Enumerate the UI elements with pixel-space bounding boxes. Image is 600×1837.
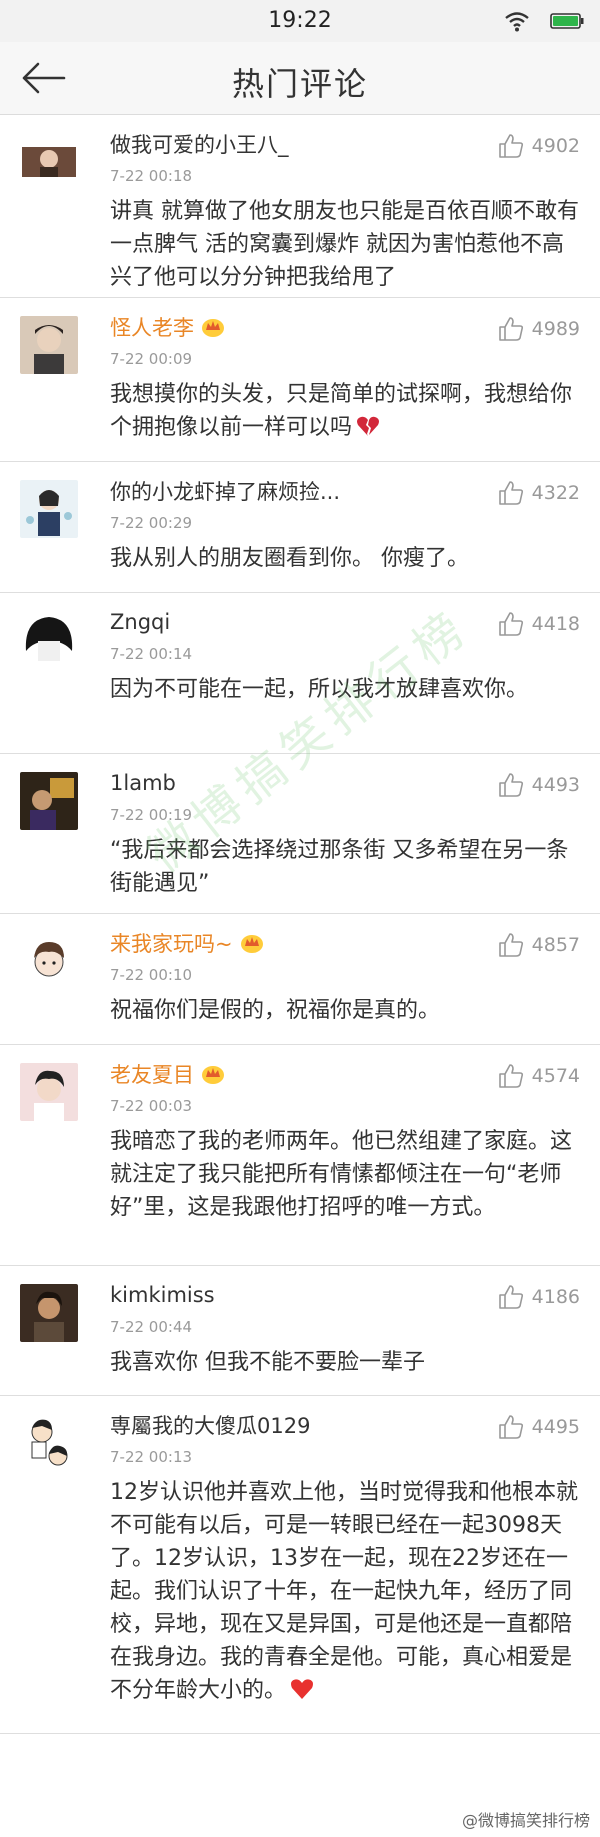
- avatar[interactable]: [20, 772, 78, 830]
- comment-time: 7-22 00:13: [110, 1448, 193, 1466]
- like-count: 4493: [531, 774, 580, 796]
- comment-time: 7-22 00:09: [110, 350, 193, 368]
- like-count: 4989: [531, 318, 580, 340]
- comment-item: 老友夏目 4574 7-22 00:03 我暗恋了我的老师两年。他已然组建了家庭…: [0, 1045, 600, 1266]
- comment-time: 7-22 00:29: [110, 514, 193, 532]
- username[interactable]: 来我家玩吗~: [110, 928, 233, 958]
- comment-time: 7-22 00:03: [110, 1097, 193, 1115]
- comment-time: 7-22 00:19: [110, 806, 193, 824]
- red-heart-icon: [291, 1679, 314, 1699]
- vip-crown-icon: [202, 319, 224, 337]
- username[interactable]: 做我可爱的小王八_: [110, 129, 289, 159]
- comment-text: “我后来都会选择绕过那条街 又多希望在另一条街能遇见”: [110, 838, 569, 896]
- vip-crown-icon: [240, 935, 263, 953]
- thumbs-up-icon: [498, 481, 523, 505]
- broken-heart-icon: [357, 416, 380, 436]
- thumbs-up-icon: [498, 612, 523, 636]
- comment-time: 7-22 00:18: [110, 167, 193, 185]
- avatar[interactable]: [20, 1414, 78, 1472]
- like-button[interactable]: 4857: [498, 932, 580, 958]
- like-button[interactable]: 4574: [498, 1063, 580, 1089]
- comment-time: 7-22 00:10: [110, 966, 193, 984]
- comment-body: 12岁认识他并喜欢上他，当时觉得我和他根本就不可能有以后，可是一转眼已经在一起3…: [110, 1476, 580, 1707]
- comment-text: 我暗恋了我的老师两年。他已然组建了家庭。这就注定了我只能把所有情愫都倾注在一句“…: [110, 1129, 573, 1220]
- avatar[interactable]: [20, 1063, 78, 1121]
- comment-item: kimkimiss 4186 7-22 00:44 我喜欢你 但我不能不要脸一辈…: [0, 1266, 600, 1396]
- like-count: 4186: [531, 1286, 580, 1308]
- page-title: 热门评论: [231, 65, 368, 103]
- comment-text: 我喜欢你 但我不能不要脸一辈子: [110, 1350, 425, 1375]
- comment-time: 7-22 00:44: [110, 1318, 193, 1336]
- comment-item: 你的小龙虾掉了麻烦捡... 4322 7-22 00:29 我从别人的朋友圈看到…: [0, 462, 600, 593]
- wifi-icon: [505, 12, 529, 32]
- like-count: 4574: [531, 1065, 580, 1087]
- avatar[interactable]: [20, 611, 78, 669]
- avatar[interactable]: [20, 932, 78, 990]
- status-bar: 19:22: [0, 0, 600, 42]
- like-count: 4322: [531, 482, 580, 504]
- comment-item: 来我家玩吗~ 4857 7-22 00:10 祝福你们是假的，祝福你是真的。: [0, 914, 600, 1045]
- like-button[interactable]: 4493: [498, 772, 580, 798]
- like-button[interactable]: 4902: [498, 133, 580, 159]
- like-count: 4418: [531, 613, 580, 635]
- avatar[interactable]: [20, 316, 78, 374]
- thumbs-up-icon: [498, 317, 523, 341]
- username[interactable]: 怪人老李: [110, 312, 194, 342]
- comment-text: 讲真 就算做了他女朋友也只能是百依百顺不敢有一点脾气 活的窝囊到爆炸 就因为害怕…: [110, 199, 579, 290]
- comment-item: 怪人老李 4989 7-22 00:09 我想摸你的头发，只是简单的试探啊，我想…: [0, 298, 600, 462]
- like-button[interactable]: 4495: [498, 1414, 580, 1440]
- thumbs-up-icon: [498, 773, 523, 797]
- like-button[interactable]: 4186: [498, 1284, 580, 1310]
- like-button[interactable]: 4989: [498, 316, 580, 342]
- comment-item: 1lamb 4493 7-22 00:19 “我后来都会选择绕过那条街 又多希望…: [0, 754, 600, 914]
- comment-text: 12岁认识他并喜欢上他，当时觉得我和他根本就不可能有以后，可是一转眼已经在一起3…: [110, 1480, 578, 1703]
- comment-item: 做我可爱的小王八_ 4902 7-22 00:18 讲真 就算做了他女朋友也只能…: [0, 115, 600, 298]
- comment-item: Zngqi 4418 7-22 00:14 因为不可能在一起，所以我才放肆喜欢你…: [0, 593, 600, 754]
- username[interactable]: 1lamb: [110, 771, 176, 795]
- thumbs-up-icon: [498, 1064, 523, 1088]
- avatar[interactable]: [20, 133, 78, 191]
- avatar[interactable]: [20, 1284, 78, 1342]
- thumbs-up-icon: [498, 1285, 523, 1309]
- like-button[interactable]: 4322: [498, 480, 580, 506]
- username[interactable]: 専屬我的大傻瓜0129: [110, 1410, 310, 1440]
- comment-text: 因为不可能在一起，所以我才放肆喜欢你。: [110, 677, 529, 702]
- comment-text: 祝福你们是假的，祝福你是真的。: [110, 998, 441, 1023]
- vip-crown-icon: [202, 1066, 224, 1084]
- comment-time: 7-22 00:14: [110, 645, 193, 663]
- battery-icon: [550, 13, 584, 29]
- footer-watermark: @微博搞笑排行榜: [461, 1807, 590, 1831]
- like-button[interactable]: 4418: [498, 611, 580, 637]
- thumbs-up-icon: [498, 1415, 523, 1439]
- thumbs-up-icon: [498, 933, 523, 957]
- thumbs-up-icon: [498, 134, 523, 158]
- comment-list: 做我可爱的小王八_ 4902 7-22 00:18 讲真 就算做了他女朋友也只能…: [0, 115, 600, 1734]
- comment-body: 我想摸你的头发，只是简单的试探啊，我想给你个拥抱像以前一样可以吗: [110, 378, 580, 444]
- comment-item: 専屬我的大傻瓜0129 4495 7-22 00:13 12岁认识他并喜欢上他，…: [0, 1396, 600, 1734]
- like-count: 4902: [531, 135, 580, 157]
- avatar[interactable]: [20, 480, 78, 538]
- username[interactable]: kimkimiss: [110, 1283, 215, 1307]
- username[interactable]: 你的小龙虾掉了麻烦捡...: [110, 476, 340, 506]
- like-count: 4495: [531, 1416, 580, 1438]
- like-count: 4857: [531, 934, 580, 956]
- username[interactable]: 老友夏目: [110, 1059, 194, 1089]
- comment-text: 我想摸你的头发，只是简单的试探啊，我想给你个拥抱像以前一样可以吗: [110, 382, 573, 440]
- nav-bar: 热门评论: [0, 42, 600, 115]
- username[interactable]: Zngqi: [110, 610, 170, 634]
- comment-text: 我从别人的朋友圈看到你。 你瘦了。: [110, 546, 469, 571]
